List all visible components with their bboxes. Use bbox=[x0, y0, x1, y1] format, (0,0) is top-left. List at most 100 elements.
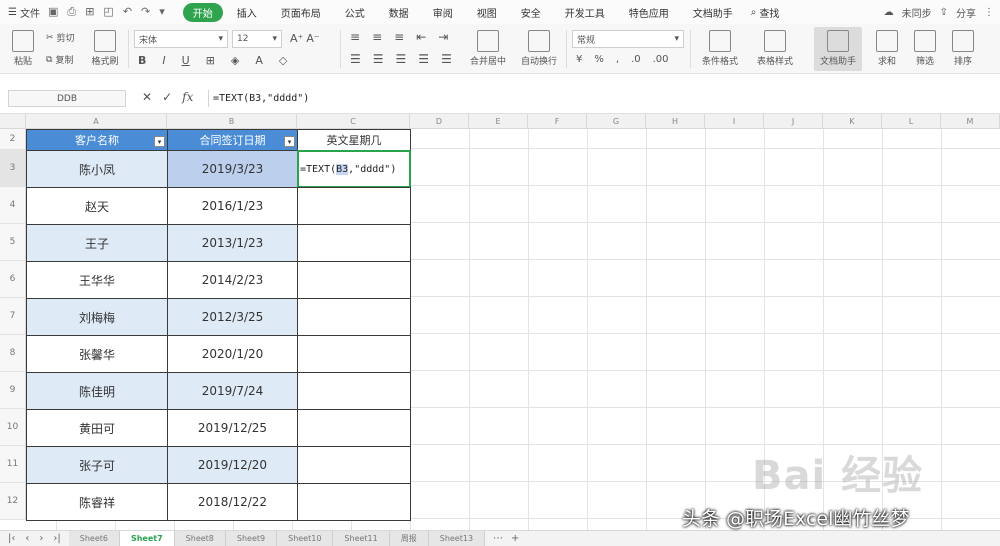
tab-doc-assistant[interactable]: 文档助手 bbox=[683, 3, 743, 22]
italic-icon[interactable]: I bbox=[162, 54, 165, 67]
column-header-c[interactable]: C bbox=[297, 114, 410, 129]
table-cell[interactable]: 张馨华 bbox=[26, 335, 168, 373]
align-right-icon[interactable]: ☰ bbox=[396, 52, 407, 66]
table-cell[interactable]: 2016/1/23 bbox=[167, 187, 298, 225]
save-icon[interactable]: ▣ bbox=[48, 5, 58, 19]
row-header[interactable]: 6 bbox=[0, 261, 26, 298]
sort-button[interactable]: 排序 bbox=[948, 27, 978, 71]
currency-icon[interactable]: ¥ bbox=[576, 54, 582, 65]
justify-icon[interactable]: ☰ bbox=[418, 52, 429, 66]
tab-features[interactable]: 特色应用 bbox=[619, 3, 679, 22]
column-header-d[interactable]: D bbox=[410, 114, 469, 129]
confirm-icon[interactable]: ✓ bbox=[162, 90, 172, 104]
table-cell[interactable] bbox=[297, 483, 411, 521]
row-header[interactable]: 9 bbox=[0, 372, 26, 409]
filter-button[interactable]: 筛选 bbox=[910, 27, 940, 71]
add-sheet-icon[interactable]: + bbox=[511, 533, 519, 544]
number-format-select[interactable]: 常规 ▾ bbox=[572, 30, 684, 48]
sheet-tab[interactable]: Sheet11 bbox=[333, 530, 390, 546]
align-top-icon[interactable]: ≡ bbox=[350, 30, 360, 44]
sheet-tab[interactable]: Sheet13 bbox=[428, 530, 486, 546]
preview-icon[interactable]: ◰ bbox=[103, 5, 113, 19]
table-cell[interactable]: 2020/1/20 bbox=[167, 335, 298, 373]
table-cell[interactable]: 赵天 bbox=[26, 187, 168, 225]
tab-developer[interactable]: 开发工具 bbox=[555, 3, 615, 22]
align-center-icon[interactable]: ☰ bbox=[373, 52, 384, 66]
row-header[interactable]: 11 bbox=[0, 446, 26, 483]
sheet-tab[interactable]: Sheet8 bbox=[174, 530, 226, 546]
filter-dropdown-icon[interactable]: ▾ bbox=[154, 136, 165, 147]
clear-icon[interactable]: ◇ bbox=[279, 54, 287, 67]
doc-assistant-button[interactable]: 文档助手 bbox=[814, 27, 862, 71]
collab-status[interactable]: 未同步 bbox=[902, 5, 932, 20]
column-header-b[interactable]: B bbox=[167, 114, 297, 129]
table-cell[interactable]: 2019/12/25 bbox=[167, 409, 298, 447]
dropdown-icon[interactable]: ▾ bbox=[159, 5, 165, 19]
table-cell[interactable]: 张子可 bbox=[26, 446, 168, 484]
sheet-tab[interactable]: Sheet6 bbox=[68, 530, 120, 546]
font-name-select[interactable]: 宋体 ▾ bbox=[134, 30, 228, 48]
name-box[interactable]: DDB bbox=[8, 90, 126, 107]
share-button[interactable]: 分享 bbox=[956, 5, 976, 20]
table-cell[interactable]: 2012/3/25 bbox=[167, 298, 298, 336]
file-menu[interactable]: ☰ 文件 bbox=[8, 5, 40, 20]
tab-home[interactable]: 开始 bbox=[182, 2, 223, 22]
print-icon[interactable]: ⊞ bbox=[85, 5, 94, 19]
table-cell[interactable]: 2019/12/20 bbox=[167, 446, 298, 484]
bold-icon[interactable]: B bbox=[138, 54, 146, 67]
column-header-m[interactable]: M bbox=[941, 114, 1000, 129]
table-cell[interactable]: 2013/1/23 bbox=[167, 224, 298, 262]
thousands-icon[interactable]: , bbox=[616, 54, 619, 65]
table-cell[interactable] bbox=[297, 372, 411, 410]
table-cell[interactable]: 陈睿祥 bbox=[26, 483, 168, 521]
row-header[interactable]: 4 bbox=[0, 187, 26, 224]
column-header-e[interactable]: E bbox=[469, 114, 528, 129]
tab-view[interactable]: 视图 bbox=[467, 3, 507, 22]
header-cell-date[interactable]: 合同签订日期 bbox=[167, 129, 298, 151]
column-header-g[interactable]: G bbox=[587, 114, 646, 129]
table-cell[interactable]: 陈小凤 bbox=[26, 150, 168, 188]
column-header-f[interactable]: F bbox=[528, 114, 587, 129]
tab-formulas[interactable]: 公式 bbox=[335, 3, 375, 22]
row-header[interactable]: 7 bbox=[0, 298, 26, 335]
table-cell[interactable] bbox=[297, 261, 411, 299]
table-cell[interactable]: 陈佳明 bbox=[26, 372, 168, 410]
more-icon[interactable]: ⋮ bbox=[984, 7, 994, 18]
align-bottom-icon[interactable]: ≡ bbox=[394, 30, 404, 44]
more-sheets-icon[interactable]: ⋯ bbox=[493, 533, 503, 544]
underline-icon[interactable]: U bbox=[182, 54, 190, 67]
tab-page-layout[interactable]: 页面布局 bbox=[271, 3, 331, 22]
percent-icon[interactable]: % bbox=[594, 54, 604, 65]
column-header-j[interactable]: J bbox=[764, 114, 823, 129]
last-sheet-icon[interactable]: ›| bbox=[53, 533, 60, 544]
font-grow-icon[interactable]: A⁺ bbox=[290, 32, 303, 45]
table-cell[interactable] bbox=[297, 409, 411, 447]
merge-center-button[interactable]: 合并居中 bbox=[468, 27, 508, 71]
formula-input[interactable]: =TEXT(B3,"dddd") bbox=[208, 90, 998, 107]
row-header[interactable]: 5 bbox=[0, 224, 26, 261]
wrap-text-button[interactable]: 自动换行 bbox=[518, 27, 560, 71]
editing-cell[interactable]: =TEXT(B3 ,"dddd") bbox=[297, 150, 411, 188]
align-left-icon[interactable]: ☰ bbox=[350, 52, 361, 66]
copy-button[interactable]: ⧉ 复制 bbox=[46, 53, 73, 67]
header-cell-weekday[interactable]: 英文星期几 bbox=[297, 129, 411, 151]
font-size-select[interactable]: 12 ▾ bbox=[232, 30, 282, 48]
select-all-corner[interactable] bbox=[0, 114, 26, 129]
filter-dropdown-icon[interactable]: ▾ bbox=[284, 136, 295, 147]
increase-decimal-icon[interactable]: .0 bbox=[631, 54, 641, 65]
insert-function-icon[interactable]: fx bbox=[182, 90, 193, 104]
undo-icon[interactable]: ↶ bbox=[123, 5, 132, 19]
sheet-tab[interactable]: Sheet9 bbox=[225, 530, 278, 546]
table-cell[interactable] bbox=[297, 224, 411, 262]
column-header-l[interactable]: L bbox=[882, 114, 941, 129]
table-cell[interactable] bbox=[297, 446, 411, 484]
row-header[interactable]: 3 bbox=[0, 150, 26, 187]
row-header[interactable]: 2 bbox=[0, 129, 26, 150]
table-cell[interactable]: 2014/2/23 bbox=[167, 261, 298, 299]
table-cell[interactable]: 黄田可 bbox=[26, 409, 168, 447]
sum-button[interactable]: 求和 bbox=[872, 27, 902, 71]
decrease-decimal-icon[interactable]: .00 bbox=[653, 54, 669, 65]
column-header-i[interactable]: I bbox=[705, 114, 764, 129]
distribute-icon[interactable]: ☰ bbox=[441, 52, 452, 66]
sheet-tab-active[interactable]: Sheet7 bbox=[119, 530, 175, 546]
